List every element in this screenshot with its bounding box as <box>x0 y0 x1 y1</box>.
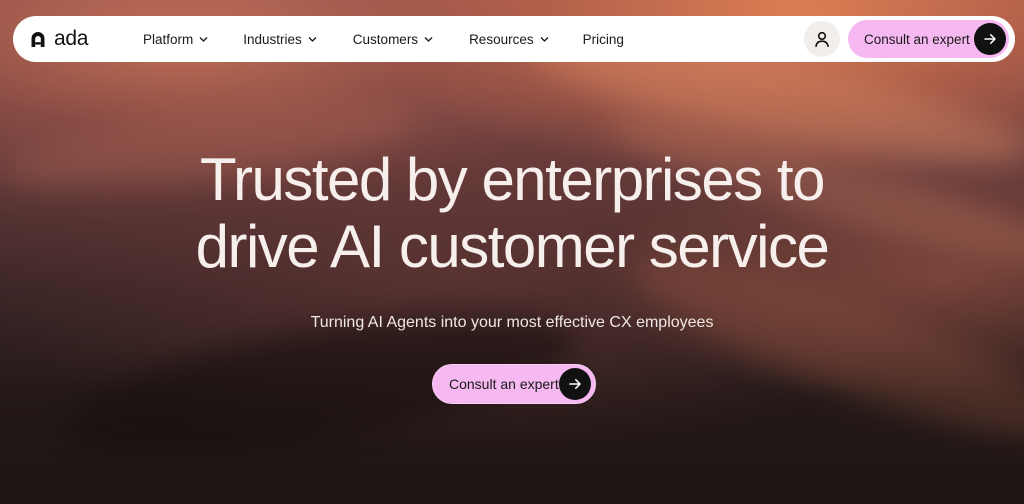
cta-label: Consult an expert <box>449 376 559 392</box>
headline-line-1: Trusted by enterprises to <box>200 146 825 213</box>
hero-subheadline: Turning AI Agents into your most effecti… <box>310 314 714 331</box>
arrow-circle <box>559 368 591 400</box>
arrow-right-icon <box>569 379 581 389</box>
hero-consult-expert-button[interactable]: Consult an expert <box>432 364 596 404</box>
headline-line-2: drive AI customer service <box>195 213 830 280</box>
hero-section: Trusted by enterprises to drive AI custo… <box>0 0 1024 504</box>
hero-headline: Trusted by enterprises to drive AI custo… <box>0 146 1024 280</box>
